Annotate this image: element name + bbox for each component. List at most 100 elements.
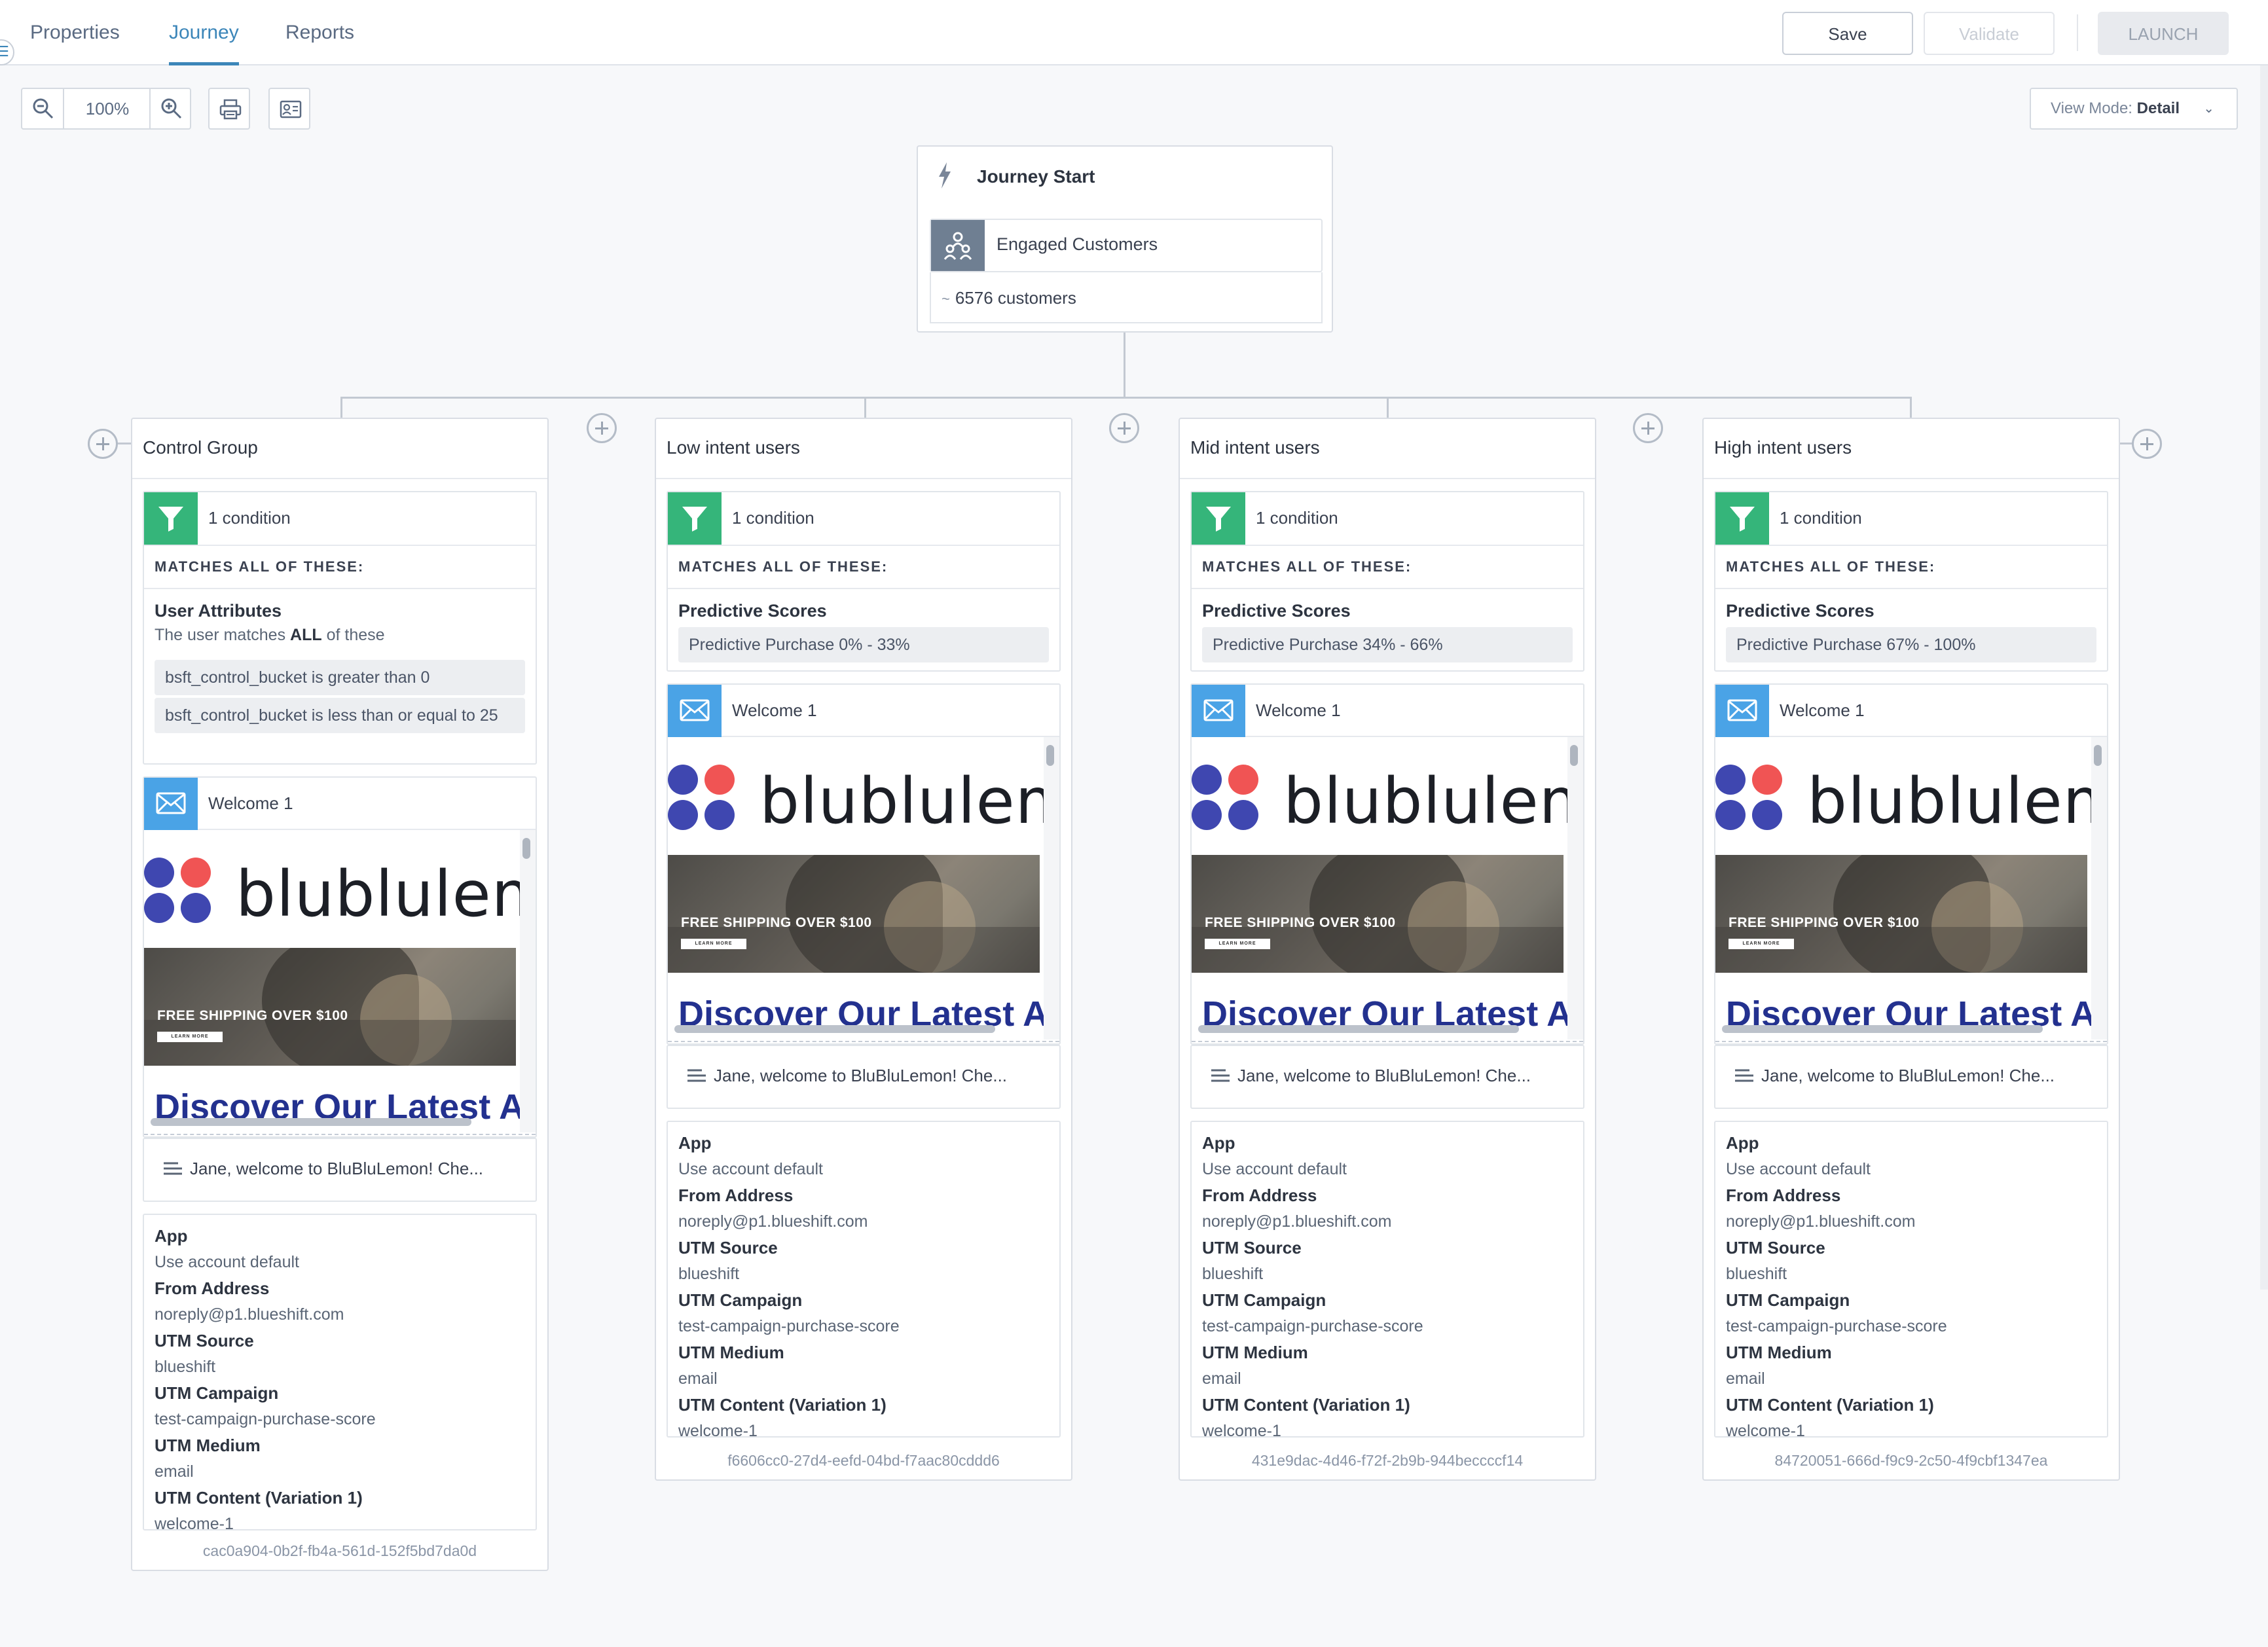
- setting-value: noreply@p1.blueshift.com: [1202, 1212, 1392, 1231]
- preview-horizontal-scrollbar[interactable]: [674, 1025, 995, 1033]
- condition-type: Predictive Scores: [1202, 601, 1351, 621]
- brand-wordmark: blublulemon: [1283, 765, 1583, 838]
- setting-label: UTM Content (Variation 1): [1726, 1395, 1934, 1415]
- email-template-name: Welcome 1: [208, 793, 293, 813]
- condition-card[interactable]: 1 condition MATCHES ALL OF THESE: Predic…: [667, 491, 1061, 672]
- matches-all-header: MATCHES ALL OF THESE:: [1192, 545, 1583, 589]
- email-card[interactable]: Welcome 1 blublulemon FREE SHIPPING OVER…: [1714, 683, 2108, 1045]
- journey-start-node[interactable]: Journey Start Engaged Customers ~6576 cu…: [917, 145, 1333, 333]
- branch-title: Low intent users: [667, 437, 800, 458]
- connector-line: [1387, 397, 1389, 419]
- condition-card[interactable]: 1 condition MATCHES ALL OF THESE: Predic…: [1714, 491, 2108, 672]
- email-preview[interactable]: blublulemon FREE SHIPPING OVER $100 LEAR…: [1192, 737, 1583, 1042]
- contact-card-button[interactable]: [268, 88, 310, 130]
- preview-horizontal-scrollbar[interactable]: [151, 1118, 471, 1126]
- setting-value: Use account default: [155, 1253, 299, 1271]
- validate-button[interactable]: Validate: [1924, 12, 2055, 55]
- preview-horizontal-scrollbar[interactable]: [1722, 1025, 2043, 1033]
- save-button[interactable]: Save: [1782, 12, 1913, 55]
- email-card[interactable]: Welcome 1 blublulemon FREE SHIPPING OVER…: [143, 776, 537, 1138]
- tab-properties[interactable]: Properties: [30, 20, 120, 65]
- setting-label: App: [155, 1226, 188, 1246]
- chevron-down-icon: ⌄: [2203, 101, 2214, 116]
- filter-icon: [682, 507, 707, 532]
- filter-icon: [1206, 507, 1231, 532]
- preview-vertical-scrollbar[interactable]: [522, 838, 530, 859]
- setting-label: UTM Source: [1726, 1238, 1825, 1258]
- subject-line-card[interactable]: Jane, welcome to BluBluLemon! Che...: [1190, 1045, 1584, 1109]
- email-preview[interactable]: blublulemon FREE SHIPPING OVER $100 LEAR…: [144, 830, 536, 1135]
- hero-headline: FREE SHIPPING OVER $100: [157, 1008, 348, 1023]
- zoom-level: 100%: [85, 99, 130, 118]
- preview-horizontal-scrollbar[interactable]: [1198, 1025, 1519, 1033]
- filter-icon: [1730, 507, 1755, 532]
- segment-icon-box: [931, 220, 985, 271]
- condition-card[interactable]: 1 condition MATCHES ALL OF THESE: Predic…: [1190, 491, 1584, 672]
- print-button[interactable]: [208, 88, 250, 130]
- setting-value: test-campaign-purchase-score: [1726, 1317, 1947, 1335]
- branch-high-intent[interactable]: High intent users 1 condition MATCHES AL…: [1702, 418, 2120, 1481]
- preview-vertical-scrollbar[interactable]: [2094, 745, 2102, 766]
- add-branch-plus-icon[interactable]: [88, 429, 118, 459]
- subject-line-card[interactable]: Jane, welcome to BluBluLemon! Che...: [143, 1138, 537, 1202]
- preview-vertical-scrollbar[interactable]: [1570, 745, 1578, 766]
- condition-card[interactable]: 1 condition MATCHES ALL OF THESE: User A…: [143, 491, 537, 765]
- preview-scrollbar-track: [2091, 737, 2107, 1040]
- email-card[interactable]: Welcome 1 blublulemon FREE SHIPPING OVER…: [667, 683, 1061, 1045]
- mail-icon-box: [144, 778, 198, 830]
- zoom-in-icon: [161, 98, 182, 119]
- brand-wordmark: blublulemon: [236, 858, 536, 931]
- branch-title: High intent users: [1714, 437, 1852, 458]
- email-hero-image: FREE SHIPPING OVER $100 LEARN MORE: [1715, 855, 2087, 973]
- email-preview[interactable]: blublulemon FREE SHIPPING OVER $100 LEAR…: [1715, 737, 2107, 1042]
- setting-value: Use account default: [678, 1160, 823, 1178]
- journey-start-title: Journey Start: [977, 166, 1095, 187]
- branch-uuid: 431e9dac-4d46-f72f-2b9b-944beccccf14: [1251, 1452, 1524, 1469]
- setting-label: UTM Campaign: [155, 1383, 279, 1403]
- zoom-in-button[interactable]: [149, 89, 191, 128]
- top-nav-bar: Properties Journey Reports Save Validate…: [0, 0, 2268, 65]
- filter-icon-box: [1715, 492, 1769, 545]
- zoom-out-button[interactable]: [22, 89, 64, 128]
- email-settings-card: App Use account default From Address nor…: [143, 1214, 537, 1533]
- view-mode-dropdown[interactable]: View Mode: Detail ⌄: [2030, 88, 2238, 130]
- branch-uuid: 84720051-666d-f9c9-2c50-4f9cbf1347ea: [1774, 1452, 2048, 1469]
- add-branch-plus-icon[interactable]: [1633, 413, 1663, 443]
- condition-type: Predictive Scores: [1726, 601, 1875, 621]
- subject-line-card[interactable]: Jane, welcome to BluBluLemon! Che...: [667, 1045, 1061, 1109]
- setting-value: test-campaign-purchase-score: [155, 1410, 376, 1428]
- email-settings-card: App Use account default From Address nor…: [667, 1121, 1061, 1440]
- subject-line-card[interactable]: Jane, welcome to BluBluLemon! Che...: [1714, 1045, 2108, 1109]
- segment-row[interactable]: Engaged Customers: [930, 219, 1323, 272]
- add-branch-plus-icon[interactable]: [2132, 429, 2162, 459]
- branch-uuid: cac0a904-0b2f-fb4a-561d-152f5bd7da0d: [202, 1542, 477, 1559]
- condition-type: User Attributes: [155, 601, 282, 621]
- setting-label: UTM Source: [678, 1238, 778, 1258]
- setting-value: noreply@p1.blueshift.com: [678, 1212, 868, 1231]
- email-card[interactable]: Welcome 1 blublulemon FREE SHIPPING OVER…: [1190, 683, 1584, 1045]
- setting-label: UTM Source: [1202, 1238, 1302, 1258]
- page-scrollbar[interactable]: [2260, 65, 2268, 1290]
- connector-line: [1124, 333, 1125, 398]
- email-template-name: Welcome 1: [1256, 700, 1341, 720]
- branch-control-group[interactable]: Control Group 1 condition MATCHES ALL OF…: [131, 418, 549, 1571]
- brand-logo-icon: [1715, 757, 1787, 830]
- email-hero-image: FREE SHIPPING OVER $100 LEARN MORE: [668, 855, 1040, 973]
- tab-reports[interactable]: Reports: [285, 20, 354, 65]
- connector-line: [864, 397, 866, 419]
- connector-line: [117, 443, 132, 444]
- launch-button[interactable]: LAUNCH: [2098, 12, 2229, 55]
- add-branch-plus-icon[interactable]: [1109, 413, 1139, 443]
- divider: [1180, 478, 1595, 479]
- segment-users-icon: [943, 232, 972, 260]
- condition-description: The user matches ALL of these: [155, 626, 385, 644]
- setting-label: UTM Campaign: [1202, 1290, 1326, 1310]
- email-header: Welcome 1: [144, 778, 536, 830]
- branch-mid-intent[interactable]: Mid intent users 1 condition MATCHES ALL…: [1179, 418, 1596, 1481]
- add-branch-plus-icon[interactable]: [587, 413, 617, 443]
- preview-vertical-scrollbar[interactable]: [1046, 745, 1054, 766]
- branch-low-intent[interactable]: Low intent users 1 condition MATCHES ALL…: [655, 418, 1072, 1481]
- hero-headline: FREE SHIPPING OVER $100: [681, 915, 872, 930]
- email-preview[interactable]: blublulemon FREE SHIPPING OVER $100 LEAR…: [668, 737, 1059, 1042]
- tab-journey[interactable]: Journey: [169, 20, 239, 65]
